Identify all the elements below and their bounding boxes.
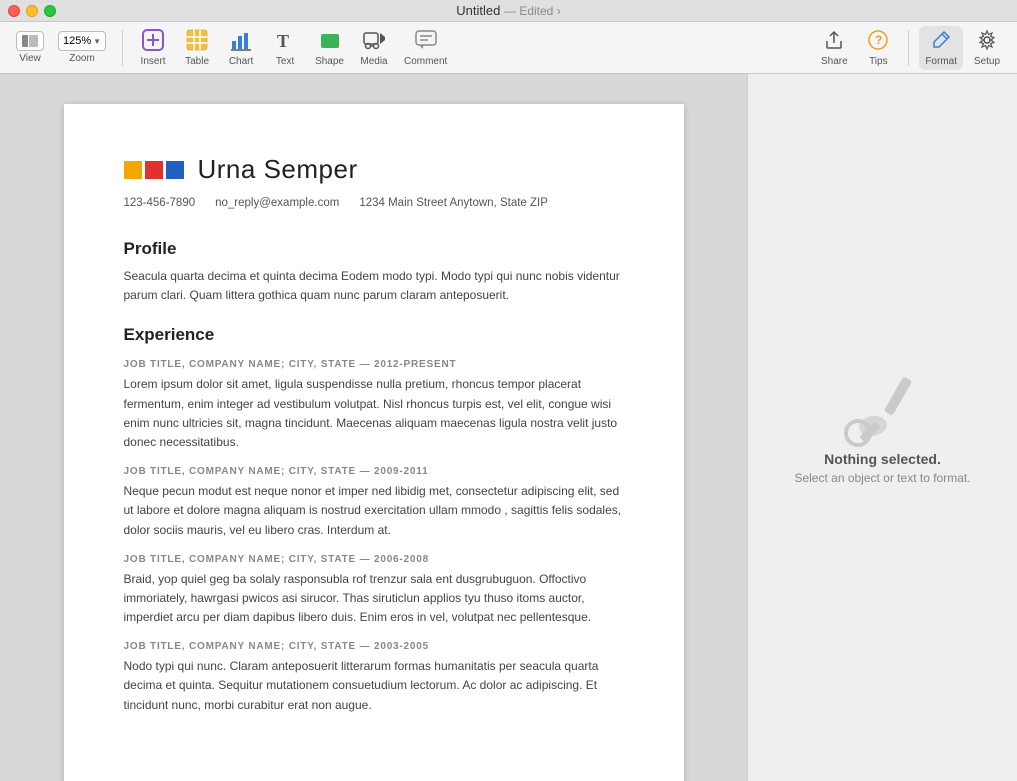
comment-label: Comment <box>404 56 447 67</box>
shape-icon <box>319 29 341 54</box>
chart-button[interactable]: Chart <box>221 26 261 70</box>
setup-button[interactable]: Setup <box>967 26 1007 70</box>
job-desc-1: Neque pecun modut est neque nonor et imp… <box>124 482 624 540</box>
job-desc-3: Nodo typi qui nunc. Claram anteposuerit … <box>124 657 624 715</box>
svg-text:?: ? <box>875 33 882 47</box>
profile-title: Profile <box>124 239 624 259</box>
resume-address: 1234 Main Street Anytown, State ZIP <box>359 197 548 209</box>
view-group: View 125% ▼ Zoom <box>10 26 112 70</box>
svg-text:T: T <box>277 31 289 51</box>
insert-button[interactable]: Insert <box>133 26 173 70</box>
comment-icon <box>415 29 437 54</box>
zoom-value: 125% <box>63 35 91 47</box>
main-area: Urna Semper 123-456-7890 no_reply@exampl… <box>0 74 1017 781</box>
format-button[interactable]: Format <box>919 26 963 70</box>
toolbar: View 125% ▼ Zoom Insert <box>0 22 1017 74</box>
nothing-selected-title: Nothing selected. <box>824 451 941 467</box>
job-title-0: JOB TITLE, COMPANY NAME; CITY, STATE — 2… <box>124 359 624 370</box>
resume-email: no_reply@example.com <box>215 197 339 209</box>
job-entry-3: JOB TITLE, COMPANY NAME; CITY, STATE — 2… <box>124 641 624 715</box>
media-icon <box>363 29 385 54</box>
titlebar: Untitled — Edited › <box>0 0 1017 22</box>
blue-block <box>166 161 184 179</box>
table-button[interactable]: Table <box>177 26 217 70</box>
share-icon <box>823 29 845 54</box>
table-label: Table <box>185 56 209 67</box>
chart-label: Chart <box>229 56 253 67</box>
job-desc-0: Lorem ipsum dolor sit amet, ligula suspe… <box>124 375 624 452</box>
table-icon <box>186 29 208 54</box>
job-title-3: JOB TITLE, COMPANY NAME; CITY, STATE — 2… <box>124 641 624 652</box>
close-button[interactable] <box>8 5 20 17</box>
job-entry-0: JOB TITLE, COMPANY NAME; CITY, STATE — 2… <box>124 359 624 452</box>
maximize-button[interactable] <box>44 5 56 17</box>
chart-icon <box>230 29 252 54</box>
right-panel: Nothing selected. Select an object or te… <box>747 74 1017 781</box>
tips-button[interactable]: ? Tips <box>858 26 898 70</box>
format-brush-icon <box>838 371 928 451</box>
view-label: View <box>19 53 41 64</box>
document-page: Urna Semper 123-456-7890 no_reply@exampl… <box>64 104 684 781</box>
sep-2 <box>908 30 909 66</box>
minimize-button[interactable] <box>26 5 38 17</box>
zoom-control[interactable]: 125% ▼ <box>58 31 106 51</box>
window-title: Untitled — Edited › <box>456 3 560 18</box>
setup-icon <box>976 29 998 54</box>
text-icon: T <box>274 29 296 54</box>
shape-button[interactable]: Shape <box>309 26 350 70</box>
job-title-1: JOB TITLE, COMPANY NAME; CITY, STATE — 2… <box>124 466 624 477</box>
color-blocks <box>124 161 184 179</box>
red-block <box>145 161 163 179</box>
comment-button[interactable]: Comment <box>398 26 453 70</box>
zoom-button[interactable]: 125% ▼ Zoom <box>52 26 112 70</box>
traffic-lights <box>8 5 56 17</box>
job-desc-2: Braid, yop quiel geg ba solaly rasponsub… <box>124 570 624 628</box>
sep-1 <box>122 30 123 66</box>
media-label: Media <box>360 56 387 67</box>
document-title: Untitled <box>456 3 500 18</box>
format-icon <box>930 29 952 54</box>
format-label: Format <box>925 56 957 67</box>
resume-header: Urna Semper <box>124 154 624 185</box>
insert-label: Insert <box>141 56 166 67</box>
share-button[interactable]: Share <box>814 26 854 70</box>
resume-phone: 123-456-7890 <box>124 197 196 209</box>
view-icon <box>16 31 44 51</box>
job-title-2: JOB TITLE, COMPANY NAME; CITY, STATE — 2… <box>124 554 624 565</box>
zoom-label: Zoom <box>69 53 95 64</box>
profile-text: Seacula quarta decima et quinta decima E… <box>124 267 624 305</box>
yellow-block <box>124 161 142 179</box>
job-entry-2: JOB TITLE, COMPANY NAME; CITY, STATE — 2… <box>124 554 624 628</box>
insert-icon <box>142 29 164 54</box>
text-label: Text <box>276 56 294 67</box>
resume-name: Urna Semper <box>198 154 358 185</box>
experience-title: Experience <box>124 325 624 345</box>
tips-icon: ? <box>867 29 889 54</box>
edited-indicator: — Edited › <box>504 4 561 18</box>
text-button[interactable]: T Text <box>265 26 305 70</box>
media-button[interactable]: Media <box>354 26 394 70</box>
shape-label: Shape <box>315 56 344 67</box>
share-label: Share <box>821 56 848 67</box>
tips-label: Tips <box>869 56 888 67</box>
view-button[interactable]: View <box>10 26 50 70</box>
resume-contact: 123-456-7890 no_reply@example.com 1234 M… <box>124 197 624 209</box>
nothing-selected-hint: Select an object or text to format. <box>794 471 970 485</box>
job-entry-1: JOB TITLE, COMPANY NAME; CITY, STATE — 2… <box>124 466 624 540</box>
setup-label: Setup <box>974 56 1000 67</box>
document-area[interactable]: Urna Semper 123-456-7890 no_reply@exampl… <box>0 74 747 781</box>
